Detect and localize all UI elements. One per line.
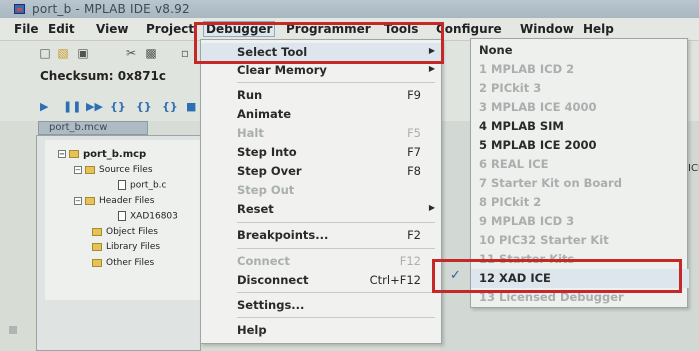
menu-programmer[interactable]: Programmer [286,22,371,36]
cut-icon[interactable]: ✂ [124,46,138,60]
title-bar: port_b - MPLAB IDE v8.92 [0,0,699,18]
tree-source-file[interactable]: port_b.c [118,180,166,191]
menu-separator [237,317,435,318]
app-icon [14,4,25,14]
submenu-arrow-icon: ▶ [428,46,435,55]
tool-pic32-starter-kit: 10 PIC32 Starter Kit [479,233,609,247]
paste-icon[interactable]: ▫ [178,46,192,60]
tree-header-files[interactable]: − Header Files [74,196,154,206]
folder-icon [85,165,95,174]
file-icon [118,211,126,221]
menu-animate[interactable]: Animate [201,105,443,123]
tool-mplab-ice4000: 3 MPLAB ICE 4000 [479,100,597,114]
checksum: Checksum: 0x871c [40,69,166,83]
file-icon [118,180,126,190]
open-folder-icon[interactable]: ▧ [56,46,70,60]
step-over-icon[interactable]: {} [136,100,152,113]
tree-library-files[interactable]: Library Files [92,242,160,252]
tree-root[interactable]: − port_b.mcp [58,149,146,160]
tool-real-ice: 6 REAL ICE [479,157,549,171]
project-window-tab[interactable]: port_b.mcw [38,121,148,135]
tool-mplab-ice2000[interactable]: 5 MPLAB ICE 2000 [471,136,689,155]
tool-mplab-icd3: 9 MPLAB ICD 3 [479,214,575,228]
menu-help[interactable]: Help [583,22,614,36]
menu-connect: Connect F12 [237,254,421,268]
tool-starter-kits: 11 Starter Kits [479,252,575,266]
folder-icon [92,258,102,267]
collapse-icon[interactable]: − [74,196,82,205]
menu-file[interactable]: File [14,22,39,36]
menu-breakpoints[interactable]: Breakpoints... F2 [201,226,443,244]
side-text: ICI [688,163,699,174]
status-square [9,326,17,334]
menu-separator [237,222,435,223]
menu-help-item[interactable]: Help [201,321,443,339]
tool-none[interactable]: None [471,41,689,60]
menu-disconnect[interactable]: Disconnect Ctrl+F12 [201,271,443,289]
step-into-icon[interactable]: {} [110,100,126,113]
menu-clear-memory[interactable]: Clear Memory ▶ [201,61,443,79]
tool-mplab-icd2: 1 MPLAB ICD 2 [479,62,575,76]
reset-icon[interactable]: ■ [186,100,196,113]
menu-step-over[interactable]: Step Over F8 [201,162,443,180]
select-tool-submenu: None 1 MPLAB ICD 2 2 PICkit 3 3 MPLAB IC… [470,38,689,308]
menu-view[interactable]: View [96,22,128,36]
window-title: port_b - MPLAB IDE v8.92 [32,2,190,16]
debugger-menu: Select Tool ▶ Clear Memory ▶ Run F9 Anim… [200,39,443,344]
tool-starter-kit-on-board: 7 Starter Kit on Board [479,176,622,190]
tree-object-files[interactable]: Object Files [92,227,158,237]
animate-icon[interactable]: ▶▶ [86,100,103,113]
folder-icon [92,227,102,236]
submenu-arrow-icon: ▶ [428,64,435,73]
tool-pickit3: 2 PICkit 3 [479,81,542,95]
tree-header-file[interactable]: XAD16803 [118,211,178,222]
tree-other-files[interactable]: Other Files [92,258,154,268]
menu-halt: Halt F5 [237,126,421,140]
menu-edit[interactable]: Edit [48,22,75,36]
tool-mplab-sim[interactable]: 4 MPLAB SIM [471,117,689,136]
menu-separator [237,248,435,249]
tree-source-files[interactable]: − Source Files [74,165,153,175]
pause-icon[interactable]: ❚❚ [63,100,81,113]
run-icon[interactable]: ▶ [40,100,48,113]
menu-reset[interactable]: Reset ▶ [201,200,443,218]
collapse-icon[interactable]: − [58,150,66,158]
new-file-icon[interactable]: □ [38,46,52,60]
folder-icon [92,242,102,251]
menu-separator [237,82,435,83]
menu-settings[interactable]: Settings... [201,296,443,314]
submenu-arrow-icon: ▶ [428,203,435,212]
menu-run[interactable]: Run F9 [201,86,443,104]
menu-select-tool[interactable]: Select Tool ▶ [201,43,443,61]
checkmark-icon: ✓ [450,268,461,283]
menu-configure[interactable]: Configure [436,22,502,36]
tool-pickit2: 8 PICkit 2 [479,195,542,209]
collapse-icon[interactable]: − [74,165,82,174]
menu-step-out: Step Out [237,183,295,197]
copy-icon[interactable]: ▩ [144,46,158,60]
menu-project[interactable]: Project [146,22,194,36]
checksum-value: 0x871c [117,69,167,83]
folder-icon [85,196,95,205]
menu-tools[interactable]: Tools [384,22,418,36]
tool-licensed-debugger: 13 Licensed Debugger [479,290,624,304]
menu-separator [237,292,435,293]
folder-icon [69,150,79,158]
menu-debugger[interactable]: Debugger [202,21,276,37]
checksum-label: Checksum: [40,69,114,83]
menu-window[interactable]: Window [520,22,574,36]
save-icon[interactable]: ▣ [76,46,90,60]
menu-step-into[interactable]: Step Into F7 [201,143,443,161]
step-out-icon[interactable]: {} [162,100,178,113]
tool-xad-ice[interactable]: 12 XAD ICE [471,269,689,288]
